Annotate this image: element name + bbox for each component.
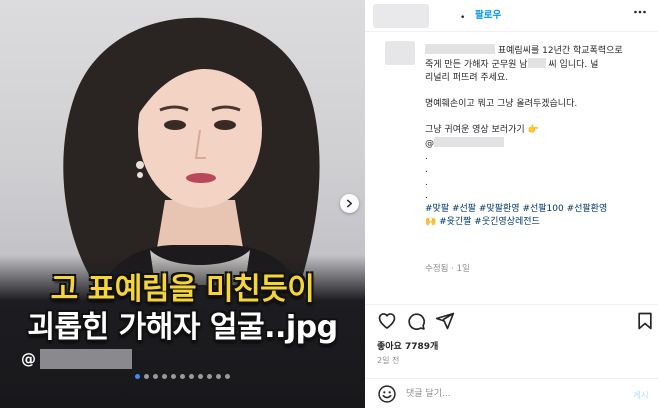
caption-line: 그냥 귀여운 영상 보러가기 👉 — [425, 125, 539, 135]
media-handle: @ — [21, 348, 132, 370]
caption-dot: . — [425, 178, 428, 188]
chevron-right-icon — [346, 199, 353, 208]
share-icon[interactable] — [435, 311, 455, 331]
caption-line: 죽게 만든 가해자 군무원 남 씨 입니다. 널 — [425, 58, 599, 70]
carousel-dot — [225, 374, 230, 379]
caption-line: 리널리 퍼뜨려 주세요. — [425, 73, 509, 83]
caption-line: 표예림씨를 12년간 학교폭력으로 — [425, 44, 651, 58]
bookmark-icon[interactable] — [635, 311, 655, 331]
redacted-mention — [434, 137, 504, 147]
caption-line-2: 괴롭힌 가해자 얼굴..jpg — [27, 310, 338, 345]
caption-mention[interactable]: @ — [425, 137, 651, 151]
action-bar — [365, 304, 658, 336]
carousel-dot — [135, 374, 140, 379]
caption-spacer — [425, 85, 651, 98]
redacted-handle — [40, 349, 132, 369]
caption-dot: . — [425, 191, 428, 201]
caption-body: 표예림씨를 12년간 학교폭력으로 죽게 만든 가해자 군무원 남 씨 입니다.… — [425, 44, 651, 229]
carousel-dot — [216, 374, 221, 379]
more-options-button[interactable] — [633, 5, 647, 23]
more-horizontal-icon — [634, 10, 646, 14]
carousel-dot — [207, 374, 212, 379]
redacted-author[interactable] — [373, 4, 429, 28]
carousel-dot — [189, 374, 194, 379]
carousel-next-button[interactable] — [340, 194, 359, 213]
hashtag-line[interactable]: 🙌 #윳긴짤 #웃긴영상레전드 — [425, 216, 651, 229]
caption-spacer — [425, 111, 651, 124]
carousel-dot — [153, 374, 158, 379]
carousel-dot — [180, 374, 185, 379]
header-separator: • — [460, 13, 466, 23]
caption-dot: . — [425, 152, 428, 162]
post-time[interactable]: 2일 전 — [377, 355, 399, 366]
comment-input[interactable] — [406, 385, 606, 403]
caption-dot: . — [425, 165, 428, 175]
post-panel: • 팔로우 표예림씨를 12년간 학교폭력으로 죽게 만든 가해자 군무원 남 … — [365, 0, 658, 408]
follow-button[interactable]: 팔로우 — [475, 7, 501, 21]
post-header: • 팔로우 — [365, 0, 658, 32]
carousel-dot — [171, 374, 176, 379]
hashtag-line[interactable]: #맞팔 #선팔 #맞팔환영 #선팔100 #선팔환영 — [425, 203, 651, 216]
likes-count[interactable]: 좋아요 7789개 — [377, 339, 438, 352]
comment-icon[interactable] — [406, 311, 426, 331]
carousel-dot — [144, 374, 149, 379]
emoji-icon[interactable] — [377, 384, 397, 404]
redacted-name — [527, 58, 546, 68]
post-caption: 표예림씨를 12년간 학교폭력으로 죽게 만든 가해자 군무원 남 씨 입니다.… — [365, 32, 658, 304]
caption-line: 명예훼손이고 뭐고 그냥 올려두겠습니다. — [425, 99, 578, 109]
handle-at-sign: @ — [21, 350, 36, 368]
redacted-avatar[interactable] — [385, 41, 415, 65]
comment-bar: 게시 — [365, 378, 658, 408]
caption-meta: 수정됨 · 1일 — [425, 264, 470, 274]
carousel-dot — [162, 374, 167, 379]
carousel-dot — [198, 374, 203, 379]
redacted-username[interactable] — [425, 44, 495, 54]
heart-icon[interactable] — [377, 311, 397, 331]
post-media[interactable]: 고 표예림을 미친듯이 괴롭힌 가해자 얼굴..jpg @ — [0, 0, 365, 408]
post-comment-button[interactable]: 게시 — [633, 389, 649, 401]
carousel-indicator — [0, 374, 365, 379]
